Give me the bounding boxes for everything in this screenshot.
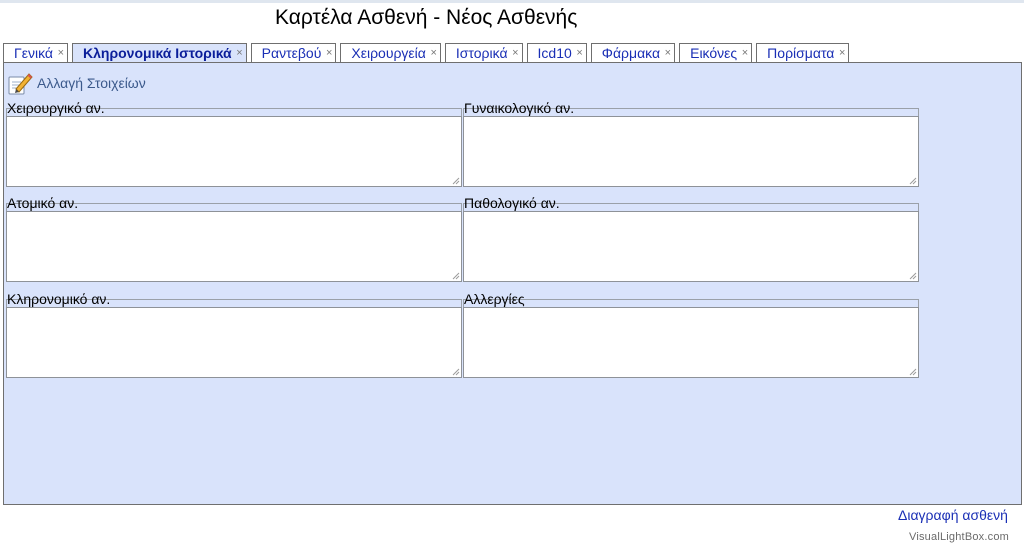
tab-icd10[interactable]: Icd10 × [526, 43, 587, 63]
tab-label: Φάρμακα [601, 45, 661, 61]
surgical-history-textarea[interactable] [6, 116, 462, 187]
close-icon[interactable]: × [58, 44, 64, 63]
tab-label: Χειρουργεία [351, 45, 426, 61]
tab-label: Κληρονομικά Ιστορικά [83, 45, 232, 61]
watermark: VisualLightBox.com [909, 531, 1010, 543]
pathological-history-label: Παθολογικό αν. [464, 195, 560, 211]
resize-grip-icon[interactable] [452, 272, 460, 280]
edit-details-label: Αλλαγή Στοιχείων [37, 75, 146, 91]
tab-hereditary-history[interactable]: Κληρονομικά Ιστορικά × [72, 43, 247, 63]
tab-label: Γενικά [14, 45, 53, 61]
close-icon[interactable]: × [430, 44, 436, 63]
close-icon[interactable]: × [326, 44, 332, 63]
tab-label: Πορίσματα [767, 45, 835, 61]
surgical-history-group: Χειρουργικό αν. [6, 100, 462, 187]
top-border [0, 0, 1024, 3]
pathological-history-group: Παθολογικό αν. [463, 195, 919, 282]
close-icon[interactable]: × [839, 44, 845, 63]
hereditary-history-textarea[interactable] [6, 307, 462, 378]
tab-label: Εικόνες [690, 45, 738, 61]
tab-panel: Αλλαγή Στοιχείων Χειρουργικό αν. Γυναικο… [3, 62, 1022, 505]
tab-label: Ραντεβού [261, 45, 322, 61]
allergies-label: Αλλεργίες [464, 291, 525, 307]
pathological-history-textarea[interactable] [463, 211, 919, 282]
tab-label: Icd10 [537, 45, 572, 61]
resize-grip-icon[interactable] [909, 368, 917, 376]
delete-patient-link[interactable]: Διαγραφή ασθενή [898, 507, 1008, 523]
close-icon[interactable]: × [236, 44, 242, 63]
close-icon[interactable]: × [576, 44, 582, 63]
tab-appointments[interactable]: Ραντεβού × [250, 43, 337, 63]
resize-grip-icon[interactable] [452, 177, 460, 185]
personal-history-textarea[interactable] [6, 211, 462, 282]
surgical-history-label: Χειρουργικό αν. [7, 100, 105, 116]
tab-general[interactable]: Γενικά × [3, 43, 68, 62]
gynecological-history-label: Γυναικολογικό αν. [464, 100, 575, 116]
close-icon[interactable]: × [665, 44, 671, 63]
personal-history-label: Ατομικό αν. [7, 195, 79, 211]
allergies-group: Αλλεργίες [463, 291, 919, 378]
hereditary-history-label: Κληρονομικό αν. [7, 291, 111, 307]
tab-medicines[interactable]: Φάρμακα × [590, 43, 676, 63]
page-title: Καρτέλα Ασθενή - Νέος Ασθενής [275, 6, 578, 29]
tab-findings[interactable]: Πορίσματα × [756, 43, 850, 63]
close-icon[interactable]: × [512, 44, 518, 63]
resize-grip-icon[interactable] [452, 368, 460, 376]
gynecological-history-group: Γυναικολογικό αν. [463, 100, 919, 187]
allergies-textarea[interactable] [463, 307, 919, 378]
resize-grip-icon[interactable] [909, 177, 917, 185]
tab-label: Ιστορικά [455, 45, 508, 61]
resize-grip-icon[interactable] [909, 272, 917, 280]
tab-images[interactable]: Εικόνες × [679, 43, 753, 63]
edit-pencil-icon [8, 73, 33, 95]
gynecological-history-textarea[interactable] [463, 116, 919, 187]
tab-histories[interactable]: Ιστορικά × [444, 43, 523, 63]
edit-details-link[interactable]: Αλλαγή Στοιχείων [7, 71, 146, 95]
hereditary-history-group: Κληρονομικό αν. [6, 291, 462, 378]
tab-bar: Γενικά × Κληρονομικά Ιστορικά × Ραντεβού… [3, 43, 853, 63]
close-icon[interactable]: × [742, 44, 748, 63]
tab-surgeries[interactable]: Χειρουργεία × [340, 43, 441, 62]
personal-history-group: Ατομικό αν. [6, 195, 462, 282]
